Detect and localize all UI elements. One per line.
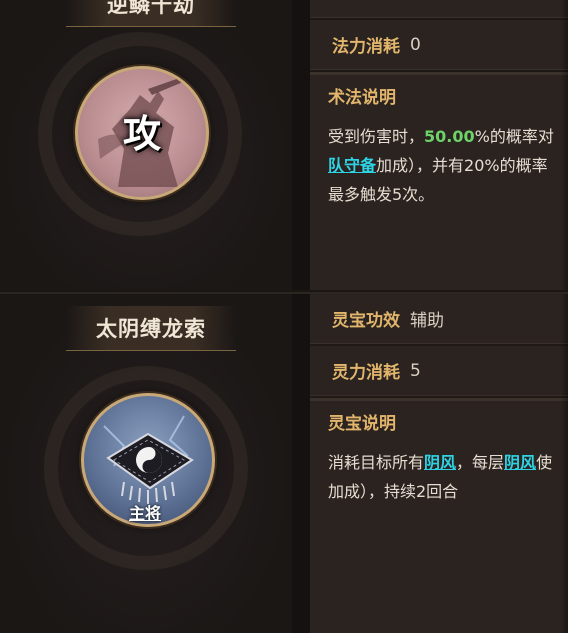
edge-shadow bbox=[560, 0, 568, 290]
role-label: 主将 bbox=[128, 504, 161, 523]
effect-label: 灵宝功效 bbox=[332, 311, 400, 331]
desc-line-1: 受到伤害时，50.00%的概率对 bbox=[328, 122, 554, 151]
skill-title: 逆鳞千劫 bbox=[107, 0, 195, 17]
mana-cost-label: 法力消耗 bbox=[332, 37, 400, 57]
skill-description-text: 受到伤害时，50.00%的概率对 队守备加成），并有20%的概率 最多触发5次。 bbox=[328, 122, 554, 209]
spirit-cost-label: 灵力消耗 bbox=[332, 363, 400, 383]
attack-type-char: 攻 bbox=[122, 111, 161, 156]
treasure-title: 太阴缚龙索 bbox=[96, 317, 206, 341]
edge-shadow bbox=[560, 294, 568, 633]
desc-text-segment: 使 bbox=[536, 453, 553, 472]
column-divider bbox=[292, 0, 310, 290]
treasure-title-banner: 太阴缚龙索 bbox=[66, 306, 236, 351]
attack-skill-icon[interactable]: 攻 bbox=[75, 66, 209, 200]
spirit-cost-row: 灵力消耗 5 bbox=[310, 346, 568, 396]
desc-line-2: 加成），持续2回合 bbox=[328, 482, 459, 501]
treasure-description-box: 灵宝说明 消耗目标所有阴风，每层阴风使 加成），持续2回合 bbox=[310, 398, 568, 633]
effect-row: 灵宝功效 辅助 bbox=[310, 294, 568, 344]
keyword-link[interactable]: 阴风 bbox=[504, 453, 536, 472]
skill-title-banner: 逆鳞千劫 bbox=[66, 0, 236, 27]
desc-text-segment: 消耗目标所有 bbox=[328, 453, 425, 472]
mana-cost-row bbox=[310, 0, 568, 18]
desc-text-segment: 受到伤害时， bbox=[328, 127, 425, 146]
treasure-info-column: 灵宝功效 辅助 灵力消耗 5 灵宝说明 消耗目标所有阴风，每层阴风使 加成），持… bbox=[310, 294, 568, 633]
probability-value: 50.00 bbox=[424, 127, 475, 146]
spirit-cost-value: 5 bbox=[410, 360, 421, 381]
mana-cost-value: 0 bbox=[410, 34, 421, 55]
mana-cost-row: 法力消耗 0 bbox=[310, 20, 568, 70]
desc-text-segment: 加成），并有20%的概率 bbox=[376, 156, 548, 175]
desc-text-segment: %的概率对 bbox=[474, 127, 554, 146]
skill-card-top: 逆鳞千劫 攻 法力消耗 0 术法说明 受到伤害时，50.00%的概率对 队守备加… bbox=[0, 0, 568, 290]
desc-line-3: 最多触发5次。 bbox=[328, 185, 435, 204]
column-divider bbox=[292, 294, 310, 633]
desc-line-1: 消耗目标所有阴风，每层阴风使 bbox=[328, 448, 554, 477]
treasure-description-title: 灵宝说明 bbox=[328, 414, 396, 434]
skill-info-column: 法力消耗 0 术法说明 受到伤害时，50.00%的概率对 队守备加成），并有20… bbox=[310, 0, 568, 290]
desc-line-2: 队守备加成），并有20%的概率 bbox=[328, 151, 554, 180]
treasure-description-text: 消耗目标所有阴风，每层阴风使 加成），持续2回合 bbox=[328, 448, 554, 506]
keyword-link[interactable]: 队守备 bbox=[328, 156, 376, 175]
keyword-link[interactable]: 阴风 bbox=[424, 453, 456, 472]
skill-description-box: 术法说明 受到伤害时，50.00%的概率对 队守备加成），并有20%的概率 最多… bbox=[310, 72, 568, 290]
skill-portrait-area: 逆鳞千劫 攻 bbox=[0, 0, 292, 290]
desc-text-segment: ，每层 bbox=[456, 453, 505, 472]
skill-description-title: 术法说明 bbox=[328, 88, 396, 108]
effect-value: 辅助 bbox=[410, 311, 444, 331]
